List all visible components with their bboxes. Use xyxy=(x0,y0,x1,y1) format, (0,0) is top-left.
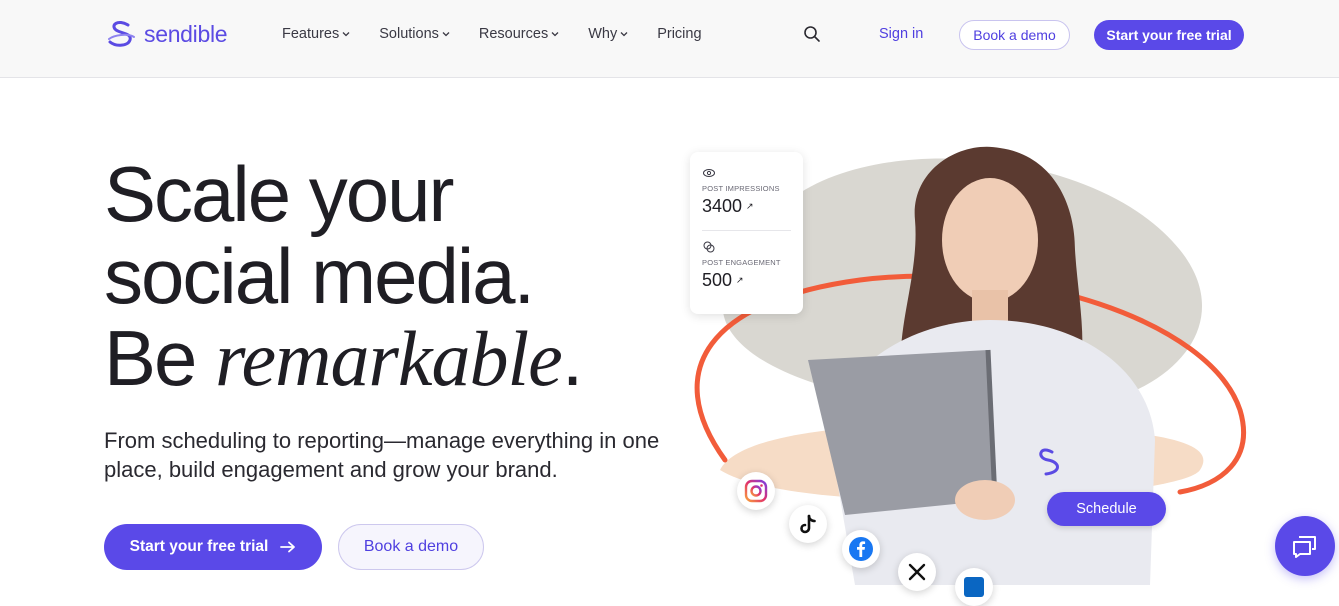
chat-widget-button[interactable] xyxy=(1275,516,1335,576)
free-trial-nav-button[interactable]: Start your free trial xyxy=(1094,20,1244,50)
impressions-label: POST IMPRESSIONS xyxy=(702,184,780,193)
hero-title-suffix: . xyxy=(561,314,584,402)
chevron-down-icon xyxy=(551,32,559,37)
hero-title: Scale your social media. Be remarkable. xyxy=(104,150,584,402)
book-demo-button[interactable]: Book a demo xyxy=(338,524,484,570)
arrow-up-right-icon: ↗ xyxy=(746,201,754,211)
person-neck xyxy=(972,290,1008,322)
nav-item-label: Pricing xyxy=(657,26,702,42)
eye-icon xyxy=(703,169,715,177)
nav-item-label: Why xyxy=(588,26,618,42)
person-face xyxy=(942,178,1038,302)
impressions-value-row: 3400 ↗ xyxy=(702,196,791,217)
main-menu: Features Solutions Resources Why Pricing xyxy=(282,26,730,42)
person-hand xyxy=(955,480,1015,520)
nav-item-label: Solutions xyxy=(379,26,439,42)
linkedin-icon xyxy=(955,568,993,606)
engagement-label: POST ENGAGEMENT xyxy=(702,258,781,267)
hero-title-prefix: Be xyxy=(104,314,216,402)
nav-item-features[interactable]: Features xyxy=(282,26,351,42)
nav-item-why[interactable]: Why xyxy=(588,26,629,42)
hero-title-line-1: Scale your xyxy=(104,150,455,238)
arrow-right-icon xyxy=(280,541,296,553)
arrow-up-right-icon: ↗ xyxy=(736,275,744,285)
nav-item-solutions[interactable]: Solutions xyxy=(379,26,451,42)
engagement-icon xyxy=(703,241,715,253)
engagement-value: 500 xyxy=(702,270,733,290)
nav-item-resources[interactable]: Resources xyxy=(479,26,560,42)
engagement-value-row: 500 ↗ xyxy=(702,270,791,291)
search-icon[interactable] xyxy=(802,24,822,44)
hero-subtitle: From scheduling to reporting—manage ever… xyxy=(104,428,660,482)
nav-item-label: Resources xyxy=(478,26,549,42)
chevron-down-icon xyxy=(442,32,450,37)
x-icon xyxy=(898,553,936,591)
sendible-logo-icon xyxy=(108,21,135,47)
top-navbar: sendible Features Solutions Resources Wh… xyxy=(0,0,1339,78)
nav-item-pricing[interactable]: Pricing xyxy=(657,26,701,42)
sign-in-link[interactable]: Sign in xyxy=(879,26,923,42)
hero-title-line-3: Be remarkable. xyxy=(104,314,584,402)
sendible-logo[interactable]: sendible xyxy=(106,19,228,49)
hero-title-line-2: social media. xyxy=(104,232,535,320)
chevron-down-icon xyxy=(620,32,628,37)
post-stats-card: POST IMPRESSIONS 3400 ↗ POST ENGAGEMENT … xyxy=(690,152,803,314)
instagram-icon xyxy=(737,472,775,510)
impressions-value: 3400 xyxy=(702,196,743,216)
book-demo-nav-button[interactable]: Book a demo xyxy=(959,20,1070,50)
schedule-badge: Schedule xyxy=(1047,492,1166,526)
logo-wordmark: sendible xyxy=(144,20,228,47)
start-free-trial-label: Start your free trial xyxy=(129,538,269,555)
chevron-down-icon xyxy=(342,32,350,37)
tiktok-icon xyxy=(789,505,827,543)
start-free-trial-button[interactable]: Start your free trial xyxy=(104,524,322,570)
hero-title-emphasis: remarkable xyxy=(215,315,563,402)
stats-divider xyxy=(702,230,791,231)
chat-icon xyxy=(1293,536,1316,558)
facebook-icon xyxy=(842,530,880,568)
nav-item-label: Features xyxy=(282,26,340,42)
